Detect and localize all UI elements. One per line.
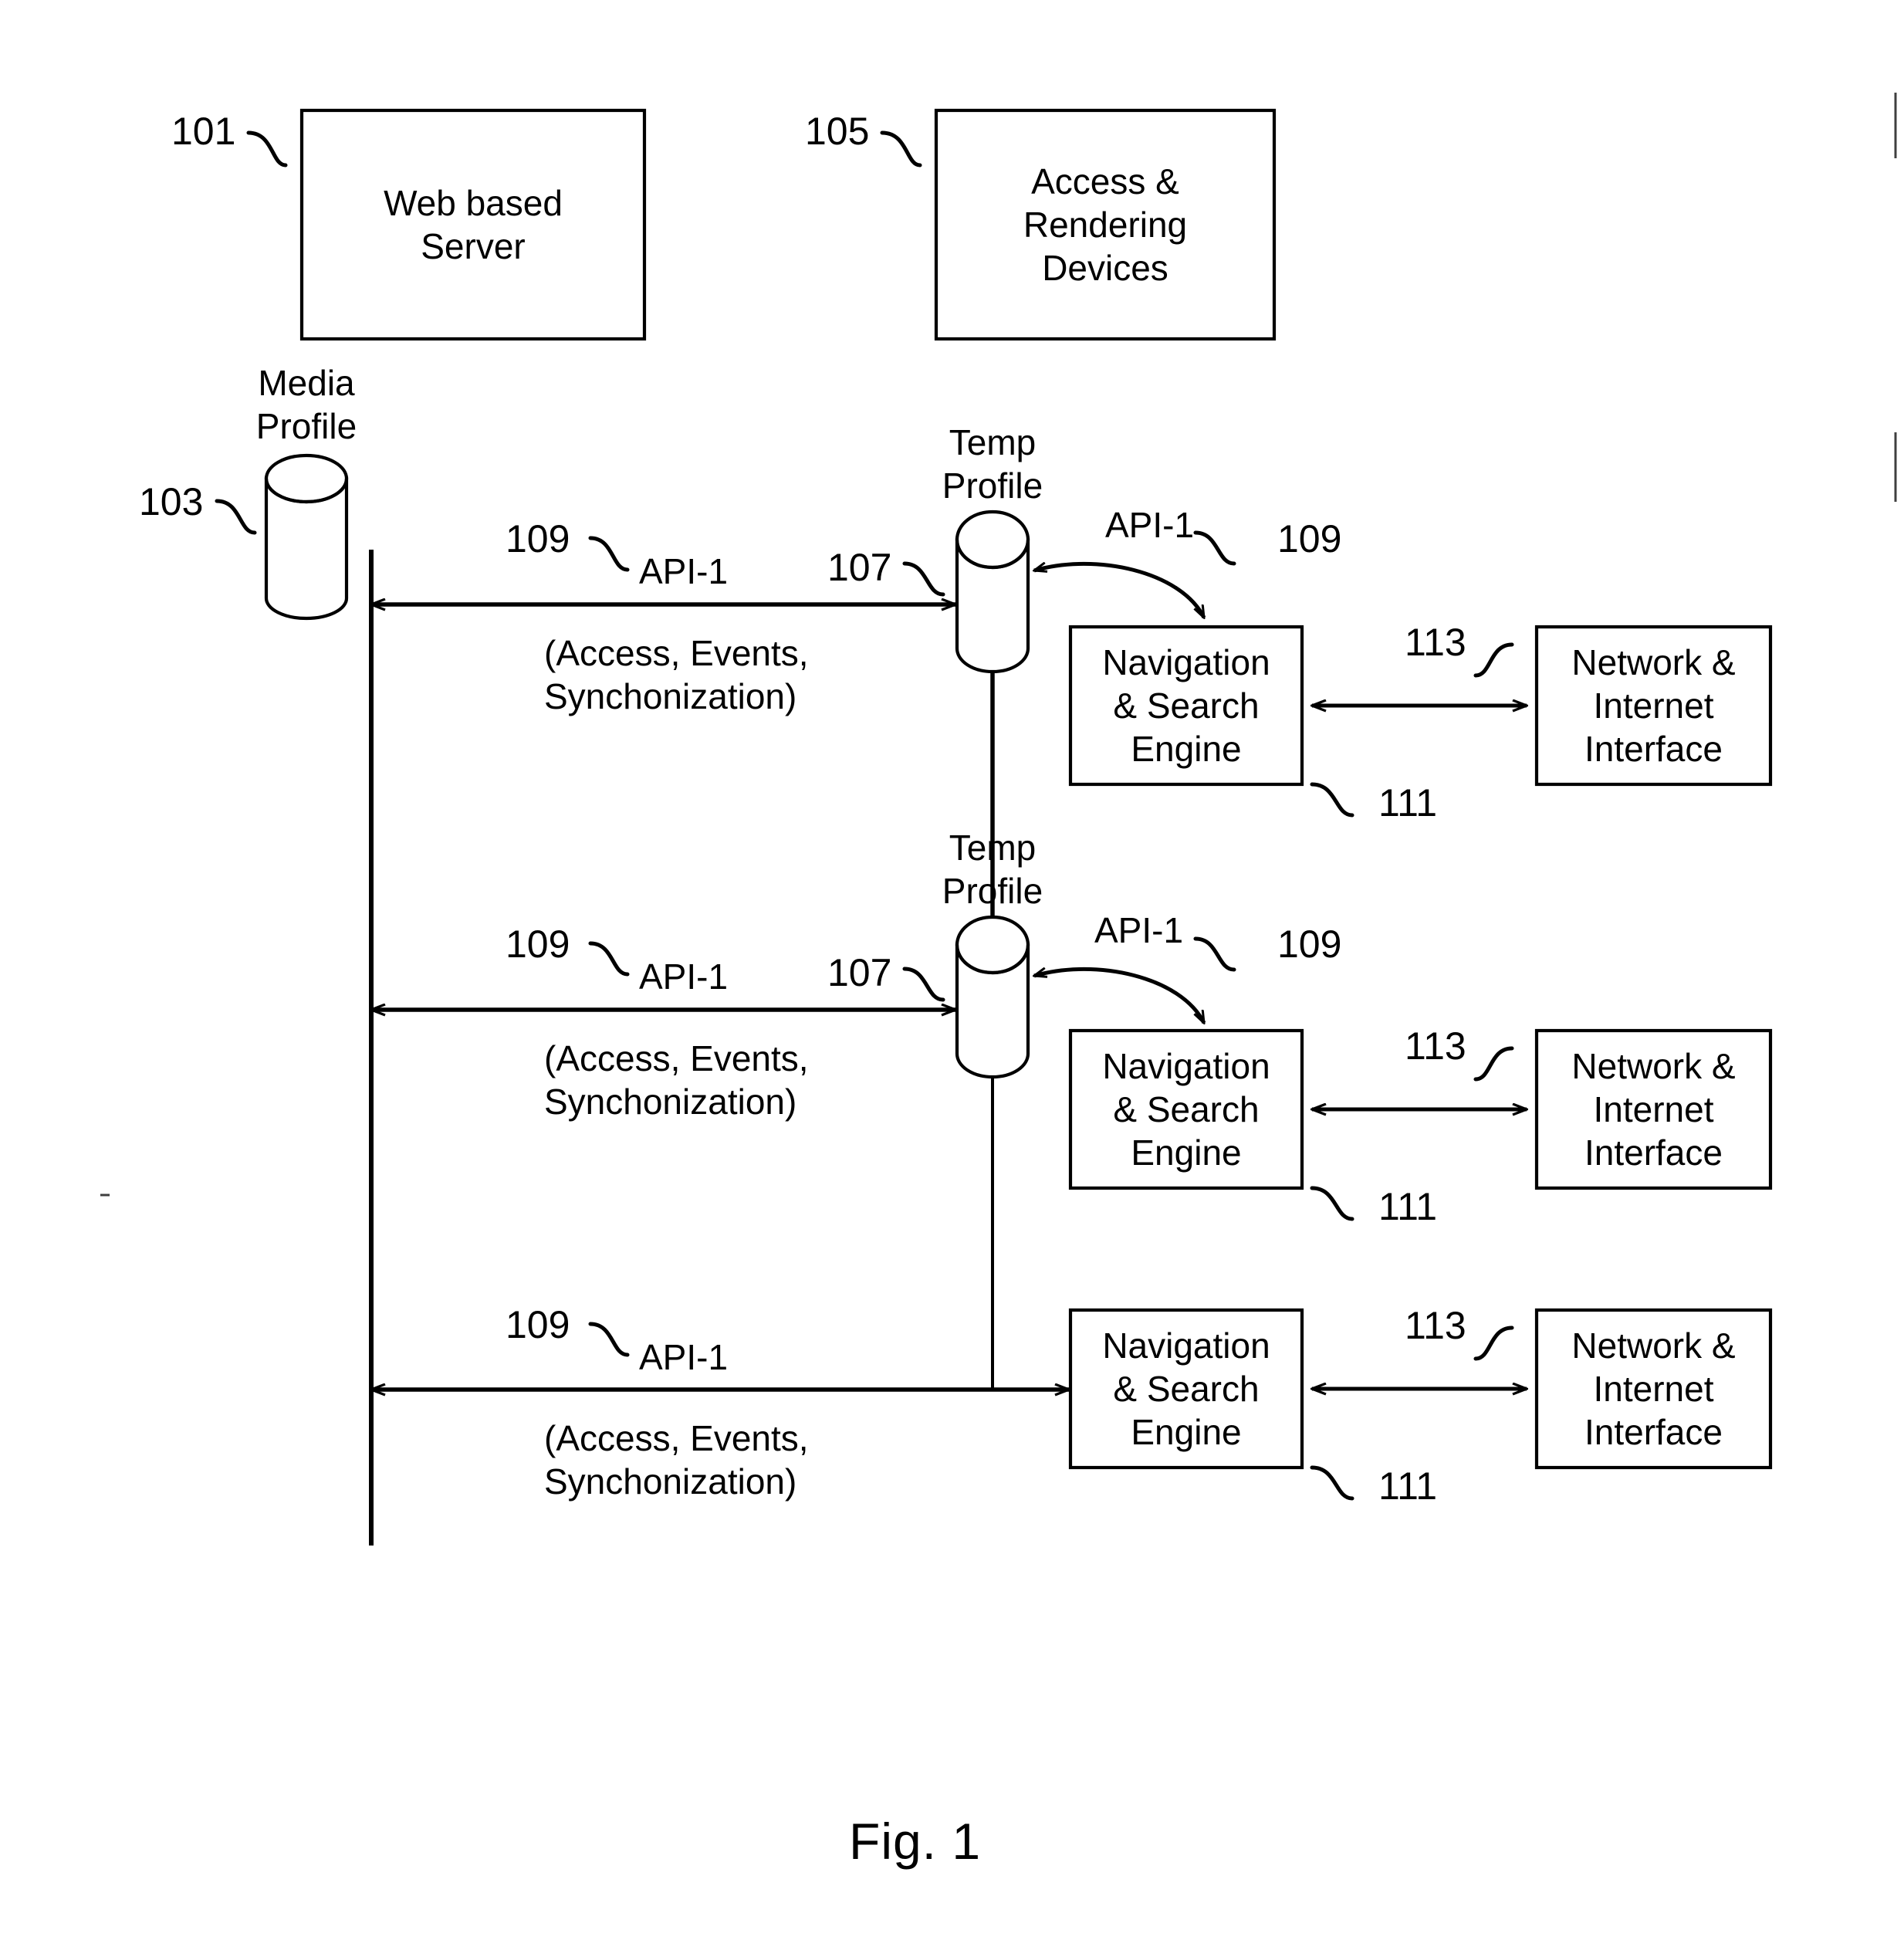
label-network-internet-3: Network & Internet Interface — [1571, 1325, 1736, 1453]
label-api-1-row-3: API-1 — [639, 1337, 729, 1377]
label-api-detail-row-1: (Access, Events, Synchonization) — [544, 633, 809, 717]
label-temp-profile-1: Temp Profile — [942, 422, 1043, 506]
leader-111-row1 — [1310, 782, 1354, 818]
label-network-internet-2: Network & Internet Interface — [1571, 1045, 1736, 1173]
label-nav-search-1: Navigation & Search Engine — [1102, 642, 1270, 770]
ref-num-109-curve-2: 109 — [1277, 923, 1342, 966]
ref-num-113-row-3: 113 — [1405, 1304, 1466, 1347]
cylinder-media-profile — [264, 453, 349, 621]
leader-113-row3 — [1473, 1325, 1514, 1361]
patent-figure: 101 Web based Server 105 Access & Render… — [0, 0, 1904, 1940]
leader-105 — [880, 130, 922, 168]
leader-107-row2 — [902, 967, 945, 1002]
label-network-internet-1: Network & Internet Interface — [1571, 642, 1736, 770]
ref-num-103: 103 — [139, 480, 204, 523]
leader-113-row1 — [1473, 642, 1514, 678]
leader-111-row2 — [1310, 1186, 1354, 1221]
label-api-detail-row-2: (Access, Events, Synchonization) — [544, 1038, 809, 1122]
label-api-1-curve-1: API-1 — [1105, 505, 1195, 545]
label-api-1-curve-2: API-1 — [1094, 910, 1184, 950]
ref-num-109-curve-1: 109 — [1277, 517, 1342, 560]
api-curve-arrow-1 — [1034, 564, 1206, 618]
ref-num-111-row-3: 111 — [1378, 1464, 1438, 1508]
ref-num-113-row-1: 113 — [1405, 621, 1466, 664]
cylinder-temp-profile-2 — [955, 915, 1030, 1079]
leader-107-row1 — [902, 561, 945, 597]
label-nav-search-2: Navigation & Search Engine — [1102, 1045, 1270, 1173]
leader-109-row3 — [588, 1322, 630, 1357]
leader-109-row2 — [588, 941, 630, 977]
leader-101 — [246, 130, 288, 168]
ref-num-107-2: 107 — [827, 951, 892, 994]
ref-num-111-row-1: 111 — [1378, 781, 1438, 824]
ref-num-105: 105 — [805, 110, 870, 153]
cylinder-temp-profile-1 — [955, 510, 1030, 674]
ref-num-113-row-2: 113 — [1405, 1024, 1466, 1068]
label-web-based-server: Web based Server — [384, 182, 563, 266]
leader-109-row1 — [588, 536, 630, 572]
label-api-1-row-2: API-1 — [639, 956, 729, 997]
leader-113-row2 — [1473, 1046, 1514, 1082]
leader-111-row3 — [1310, 1465, 1354, 1501]
label-access-rendering-devices: Access & Rendering Devices — [1023, 161, 1188, 289]
label-temp-profile-2: Temp Profile — [942, 828, 1043, 912]
label-api-detail-row-3: (Access, Events, Synchonization) — [544, 1418, 809, 1502]
ref-num-109-row-3: 109 — [506, 1303, 570, 1346]
label-nav-search-3: Navigation & Search Engine — [1102, 1325, 1270, 1453]
ref-num-107-1: 107 — [827, 546, 892, 589]
leader-109-curve1 — [1193, 530, 1236, 566]
leader-109-curve2 — [1193, 936, 1236, 972]
figure-caption: Fig. 1 — [849, 1813, 982, 1870]
ref-num-101: 101 — [171, 110, 236, 153]
leader-103 — [215, 499, 257, 535]
api-curve-arrow-2 — [1034, 969, 1206, 1023]
ref-num-109-row-2: 109 — [506, 923, 570, 966]
ref-num-109-row-1: 109 — [506, 517, 570, 560]
label-api-1-row-1: API-1 — [639, 551, 729, 591]
ref-num-111-row-2: 111 — [1378, 1185, 1438, 1228]
label-media-profile: Media Profile — [255, 363, 357, 447]
